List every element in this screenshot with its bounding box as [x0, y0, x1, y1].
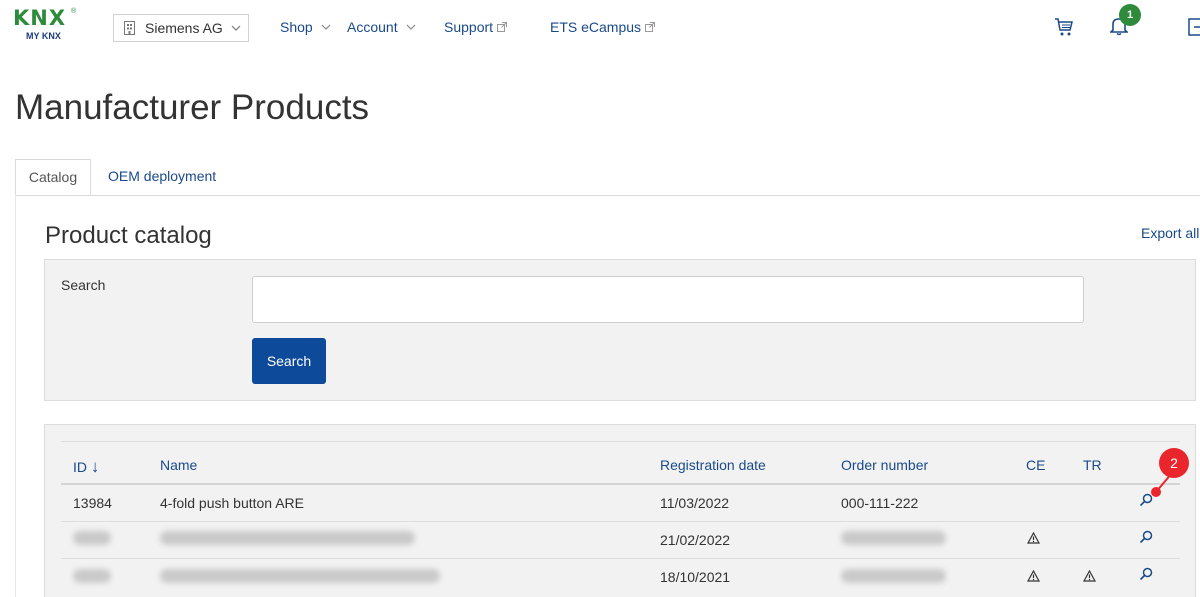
chevron-down-icon [406, 24, 416, 30]
redacted-name [160, 569, 440, 583]
magnifier-icon[interactable] [1139, 530, 1153, 549]
search-label: Search [61, 277, 106, 293]
notification-badge: 1 [1119, 4, 1141, 26]
top-bar: KNX ® MY KNX Siemens AG Shop Account Sup… [0, 0, 1200, 58]
sort-desc-icon: ↓ [90, 457, 100, 476]
tab-oem-deployment[interactable]: OEM deployment [108, 159, 216, 195]
nav-account[interactable]: Account [347, 19, 416, 35]
warning-icon [1082, 569, 1097, 587]
logout-icon[interactable] [1188, 17, 1200, 42]
magnifier-icon[interactable] [1139, 567, 1153, 586]
cart-icon[interactable] [1054, 17, 1074, 42]
section-title: Product catalog [45, 222, 212, 249]
nav-account-label: Account [347, 19, 398, 35]
cell-registration-date: 21/02/2022 [660, 532, 731, 548]
logo-subtitle: MY KNX [26, 31, 61, 41]
export-all-link[interactable]: Export all [1141, 225, 1199, 241]
external-link-icon [497, 22, 508, 32]
redacted-order-number [841, 531, 946, 545]
divider [61, 441, 1180, 442]
table-row[interactable]: 13984 4-fold push button ARE 11/03/2022 … [61, 485, 1180, 522]
redacted-order-number [841, 569, 946, 583]
redacted-id [73, 531, 111, 545]
column-header-id[interactable]: ID ↓ [73, 457, 99, 477]
nav-ets-ecampus[interactable]: ETS eCampus [550, 19, 656, 35]
cell-id: 13984 [73, 495, 112, 511]
annotation-marker: 2 [1159, 448, 1189, 478]
callout-dot [1151, 487, 1161, 497]
cell-registration-date: 11/03/2022 [660, 495, 730, 511]
cell-registration-date: 18/10/2021 [660, 569, 731, 585]
column-header-ce[interactable]: CE [1026, 457, 1045, 473]
column-header-order-number[interactable]: Order number [841, 457, 928, 473]
table-row[interactable]: 18/10/2021 [61, 559, 1180, 597]
search-button[interactable]: Search [252, 338, 326, 384]
company-name: Siemens AG [145, 20, 223, 36]
nav-support[interactable]: Support [444, 19, 508, 35]
table-row[interactable]: 21/02/2022 [61, 521, 1180, 559]
tab-catalog[interactable]: Catalog [15, 159, 91, 195]
column-header-tr[interactable]: TR [1083, 457, 1102, 473]
nav-ets-ecampus-label: ETS eCampus [550, 19, 642, 35]
nav-shop-label: Shop [280, 19, 313, 35]
external-link-icon [645, 22, 656, 32]
search-input[interactable] [252, 276, 1084, 323]
column-header-id-label: ID [73, 459, 87, 475]
knx-logo[interactable]: KNX ® MY KNX [13, 6, 77, 46]
tab-bar: Catalog OEM deployment [15, 159, 1200, 196]
building-icon [123, 21, 136, 35]
column-header-name[interactable]: Name [160, 457, 197, 473]
cell-order-number: 000-111-222 [841, 495, 919, 511]
magnifier-icon[interactable] [1139, 493, 1153, 512]
page-title: Manufacturer Products [15, 88, 370, 127]
chevron-down-icon [231, 25, 241, 31]
logo-text: KNX [13, 6, 67, 30]
redacted-id [73, 569, 111, 583]
company-selector[interactable]: Siemens AG [113, 14, 249, 42]
column-header-registration-date[interactable]: Registration date [660, 457, 766, 473]
nav-support-label: Support [444, 19, 494, 35]
nav-shop[interactable]: Shop [280, 19, 331, 35]
redacted-name [160, 531, 415, 545]
warning-icon [1026, 569, 1041, 587]
chevron-down-icon [321, 24, 331, 30]
warning-icon [1026, 531, 1041, 549]
cell-name: 4-fold push button ARE [160, 495, 304, 511]
